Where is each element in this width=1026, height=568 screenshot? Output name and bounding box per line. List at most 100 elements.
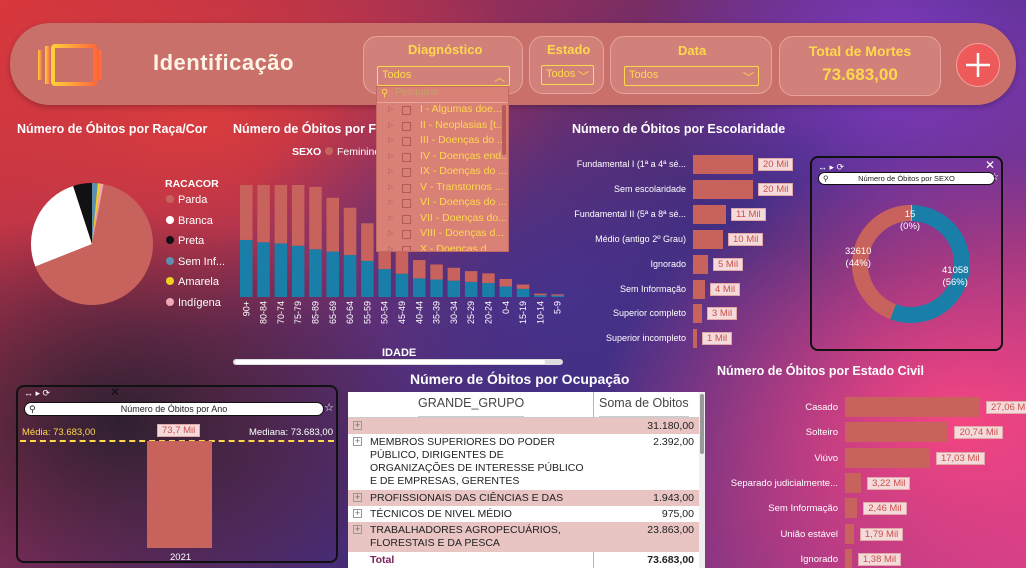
faixa-horizontal-scrollbar[interactable] [233,359,563,365]
bar-escolaridade[interactable] [693,329,697,349]
close-icon[interactable]: ✕ [985,158,995,172]
checkbox[interactable] [402,121,411,131]
bar-fem-60-64[interactable] [343,207,357,256]
expand-icon[interactable]: ▷ [388,245,393,252]
bar-masc-50-54[interactable] [378,269,391,297]
diagnostico-dropdown[interactable]: Todos ︿ [377,66,510,86]
bar-masc-5-9[interactable] [551,295,564,297]
bar-masc-10-14[interactable] [534,295,547,297]
expand-icon[interactable]: ▷ [388,136,393,144]
bar-masc-80-84[interactable] [257,242,270,297]
bar-fem-70-74[interactable] [274,185,288,244]
legend-item-2[interactable]: Preta [166,235,204,247]
bar-fem-55-59[interactable] [361,223,374,261]
dropdown-option[interactable]: ▷ X - Doenças d... [377,243,508,252]
bar-masc-60-64[interactable] [343,255,357,297]
dropdown-option[interactable]: ▷ VIII - Doenças d... [377,227,508,243]
star-icon[interactable]: ☆ [990,172,999,183]
table-row[interactable]: +PROFISSIONAIS DAS CIÊNCIAS E DAS ARTES1… [348,490,699,517]
checkbox[interactable] [402,214,411,224]
dropdown-option[interactable]: ▷ V - Transtornos ... [377,181,508,197]
bar-estado-civil[interactable] [845,447,930,468]
bar-estado-civil[interactable] [845,397,980,417]
bar-escolaridade[interactable] [693,204,726,224]
scrollbar-thumb[interactable] [235,360,545,364]
dropdown-search[interactable]: ⚲ Pesquisar [377,87,508,103]
expand-icon[interactable]: + [353,421,362,430]
bar-escolaridade[interactable] [693,304,702,324]
bar-masc-20-24[interactable] [482,283,495,297]
legend-item-0[interactable]: Parda [166,194,207,206]
dropdown-option[interactable]: ▷ VI - Doenças do ... [377,196,508,212]
bar-estado-civil[interactable] [845,523,854,544]
bar-estado-civil[interactable] [845,472,862,493]
checkbox[interactable] [402,245,411,251]
bar-fem-65-69[interactable] [326,197,340,252]
bar-fem-80-84[interactable] [257,185,270,243]
column-header-grande-grupo[interactable]: GRANDE_GRUPO [418,392,525,417]
bar-estado-civil[interactable] [845,548,852,568]
bar-escolaridade[interactable] [693,179,753,199]
dropdown-option[interactable]: ▷ IV - Doenças end... [377,150,508,166]
legend-item-3[interactable]: Sem Inf... [166,256,225,268]
bar-fem-10-14[interactable] [534,293,547,296]
bar-escolaridade[interactable] [693,279,705,299]
bar-masc-30-34[interactable] [447,280,461,297]
bar-fem-45-49[interactable] [395,251,409,274]
bar-masc-70-74[interactable] [274,243,288,297]
bar-estado-civil[interactable] [845,498,858,519]
legend-item-4[interactable]: Amarela [166,276,219,288]
add-button[interactable] [956,43,1000,87]
expand-icon[interactable]: ▷ [388,121,393,129]
bar-masc-85-89[interactable] [309,249,322,297]
bar-masc-55-59[interactable] [361,260,374,297]
expand-icon[interactable]: ▷ [388,167,393,175]
column-header-soma[interactable]: Soma de Obitos [599,392,689,417]
bar-masc-75-79[interactable] [291,245,305,297]
bar-escolaridade[interactable] [693,229,723,249]
legend-item-1[interactable]: Branca [166,215,213,227]
bar-fem-40-44[interactable] [413,260,426,279]
bar-escolaridade[interactable] [693,254,708,274]
expand-icon[interactable]: + [353,493,362,502]
dropdown-option[interactable]: ▷ VII - Doenças do... [377,212,508,228]
table-row[interactable]: + TÉCNICOS DE NIVEL MÉDIO 975,00 [348,506,699,522]
close-icon[interactable]: ✕ [110,385,120,399]
expand-icon[interactable]: + [353,509,362,518]
estado-dropdown[interactable]: Todos ﹀ [541,65,594,85]
star-icon[interactable]: ☆ [324,401,334,414]
bar-masc-0-4[interactable] [499,286,513,297]
legend-item-5[interactable]: Indígena [166,297,221,309]
expand-icon[interactable]: ▷ [388,198,393,206]
bar-fem-0-4[interactable] [499,278,513,287]
bar-estado-civil[interactable] [845,422,949,443]
bar-escolaridade[interactable] [693,155,753,174]
bar-fem-30-34[interactable] [447,267,461,281]
expand-icon[interactable]: ▷ [388,183,393,191]
checkbox[interactable] [402,106,411,115]
checkbox[interactable] [402,152,411,162]
checkbox[interactable] [402,230,411,239]
bar-fem-5-9[interactable] [551,294,564,296]
ano-bar-2021[interactable] [147,441,212,548]
dropdown-option[interactable]: ▷ IX - Doenças do ... [377,165,508,181]
bar-fem-25-29[interactable] [464,271,478,282]
expand-icon[interactable]: ▷ [388,105,393,113]
dropdown-option[interactable]: ▷ I - Algumas doe... [377,103,508,119]
table-row[interactable]: + MEMBROS SUPERIORES DO PODER PÚBLICO, DI… [348,434,699,490]
dropdown-option[interactable]: ▷ III - Doenças do ... [377,134,508,150]
expand-icon[interactable]: + [353,437,362,446]
bar-fem-75-79[interactable] [291,185,305,246]
checkbox[interactable] [402,183,411,193]
bar-fem-90+[interactable] [240,185,253,240]
expand-icon[interactable]: ▷ [388,152,393,160]
bar-masc-40-44[interactable] [413,278,426,297]
table-row[interactable]: + TRABALHADORES AGROPECUÁRIOS, FLORESTAIS… [348,522,699,552]
bar-masc-65-69[interactable] [326,251,340,297]
bar-fem-35-39[interactable] [430,264,443,280]
bar-masc-35-39[interactable] [430,279,443,297]
bar-fem-85-89[interactable] [309,186,322,250]
expand-icon[interactable]: ▷ [388,229,393,237]
expand-icon[interactable]: + [353,525,362,534]
expand-icon[interactable]: ▷ [388,214,393,222]
